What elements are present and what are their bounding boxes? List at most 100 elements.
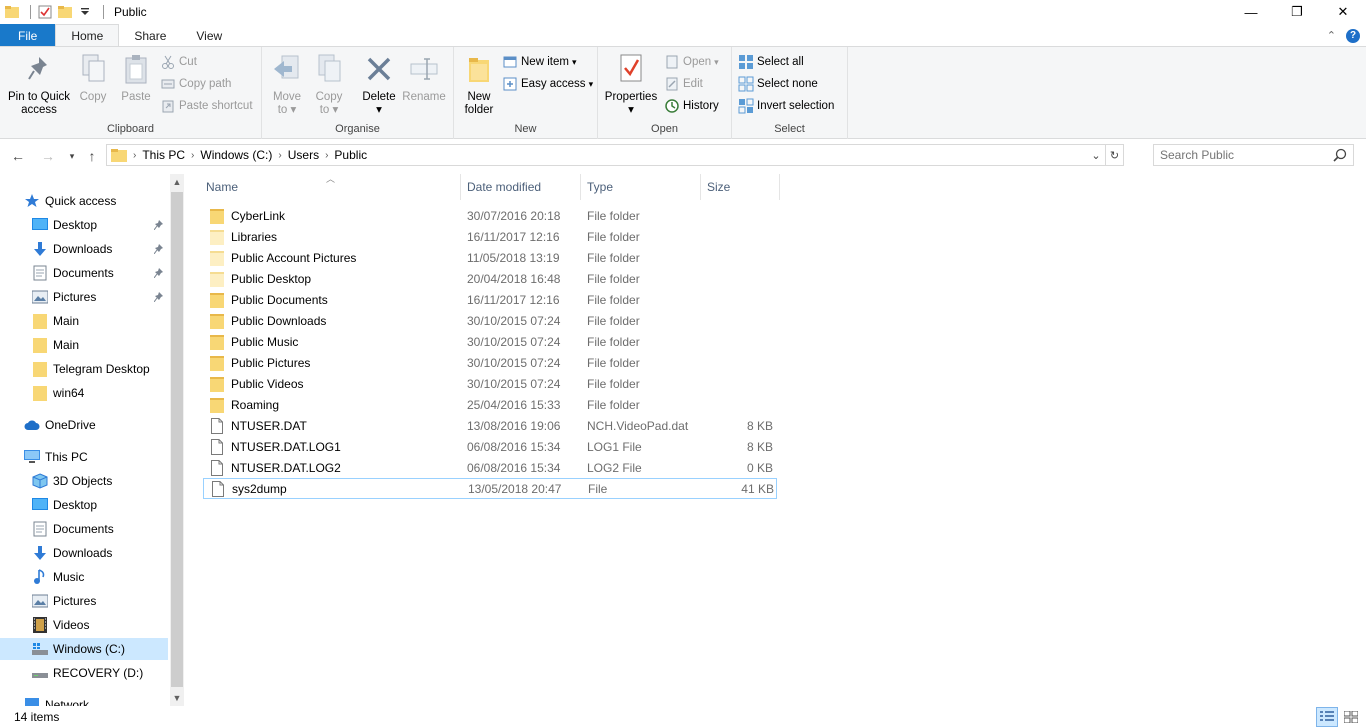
- open-icon: [664, 54, 680, 70]
- delete-button[interactable]: Delete ▾: [360, 51, 398, 117]
- help-icon[interactable]: ?: [1346, 28, 1360, 43]
- nav-item-documents[interactable]: Documents: [0, 262, 168, 284]
- forward-button[interactable]: →: [38, 145, 58, 167]
- nav-item-recovery-d[interactable]: RECOVERY (D:): [0, 662, 168, 684]
- pin-icon[interactable]: [153, 267, 164, 281]
- easy-access-button[interactable]: Easy access ▾: [502, 75, 593, 93]
- scroll-down-icon[interactable]: ▼: [170, 690, 184, 706]
- paste-shortcut-button[interactable]: Paste shortcut: [160, 97, 253, 115]
- customize-dropdown-icon[interactable]: [77, 4, 93, 20]
- details-view-button[interactable]: [1316, 707, 1338, 727]
- nav-item-desktop[interactable]: Desktop: [0, 214, 168, 236]
- rename-button[interactable]: Rename: [402, 51, 446, 104]
- nav-item-downloads[interactable]: Downloads: [0, 238, 168, 260]
- large-icons-view-button[interactable]: [1340, 707, 1362, 727]
- file-row[interactable]: Libraries 16/11/2017 12:16 File folder: [203, 226, 777, 247]
- invert-selection-button[interactable]: Invert selection: [738, 97, 834, 115]
- nav-this-pc[interactable]: This PC: [0, 446, 168, 468]
- file-row[interactable]: Public Desktop 20/04/2018 16:48 File folde…: [203, 268, 777, 289]
- copy-to-button[interactable]: Copy to ▾: [312, 51, 346, 117]
- breadcrumb-item[interactable]: This PC: [138, 148, 189, 162]
- properties-button[interactable]: Properties ▾: [604, 51, 658, 117]
- tab-home[interactable]: Home: [55, 24, 120, 47]
- paste-button[interactable]: Paste: [118, 51, 154, 104]
- maximize-button[interactable]: ❐: [1274, 0, 1320, 24]
- copy-button[interactable]: Copy: [76, 51, 110, 104]
- nav-item-videos[interactable]: Videos: [0, 614, 168, 636]
- large-icons-view-icon: [1344, 711, 1358, 723]
- minimize-button[interactable]: —: [1228, 0, 1274, 24]
- file-row[interactable]: Public Account Pictures 11/05/2018 13:19 F…: [203, 247, 777, 268]
- nav-item-win64[interactable]: win64: [0, 382, 168, 404]
- file-type: File folder: [587, 271, 640, 286]
- search-icon[interactable]: [1333, 148, 1347, 165]
- up-button[interactable]: ↑: [82, 145, 102, 167]
- file-row[interactable]: Roaming 25/04/2016 15:33 File folder: [203, 394, 777, 415]
- scroll-up-icon[interactable]: ▲: [170, 174, 184, 190]
- properties-icon[interactable]: [37, 4, 53, 20]
- pin-icon[interactable]: [153, 291, 164, 305]
- nav-item-pictures[interactable]: Pictures: [0, 590, 168, 612]
- nav-item-telegram-desktop[interactable]: Telegram Desktop: [0, 358, 168, 380]
- nav-item-windows-c[interactable]: Windows (C:): [0, 638, 168, 660]
- history-button[interactable]: History: [664, 97, 719, 115]
- refresh-icon[interactable]: ↻: [1105, 145, 1123, 165]
- pin-icon[interactable]: [153, 219, 164, 233]
- select-none-button[interactable]: Select none: [738, 75, 818, 93]
- breadcrumb-item[interactable]: Users: [284, 148, 323, 162]
- nav-quick-access[interactable]: Quick access: [0, 190, 168, 212]
- nav-onedrive[interactable]: OneDrive: [0, 414, 168, 436]
- search-box[interactable]: [1153, 144, 1354, 166]
- edit-button[interactable]: Edit: [664, 75, 703, 93]
- column-header-type[interactable]: Type: [581, 174, 701, 200]
- recent-locations-button[interactable]: ▾: [62, 145, 82, 167]
- pin-to-quick-access-button[interactable]: Pin to Quick access: [6, 51, 72, 117]
- file-row[interactable]: Public Videos 30/10/2015 07:24 File folder: [203, 373, 777, 394]
- open-button[interactable]: Open ▾: [664, 53, 719, 71]
- file-row[interactable]: NTUSER.DAT.LOG2 06/08/2016 15:34 LOG2 File…: [203, 457, 777, 478]
- copy-path-button[interactable]: Copy path: [160, 75, 231, 93]
- file-row[interactable]: Public Downloads 30/10/2015 07:24 File fol…: [203, 310, 777, 331]
- new-item-button[interactable]: New item ▾: [502, 53, 576, 71]
- file-row[interactable]: sys2dump 13/05/2018 20:47 File 41 KB: [203, 478, 777, 499]
- tab-share[interactable]: Share: [119, 24, 181, 47]
- file-row[interactable]: CyberLink 30/07/2016 20:18 File folder: [203, 205, 777, 226]
- file-name-cell: Public Desktop: [209, 271, 311, 287]
- close-button[interactable]: ✕: [1320, 0, 1366, 24]
- column-header-size[interactable]: Size: [701, 174, 780, 200]
- address-bar[interactable]: › This PC › Windows (C:) › Users › Publi…: [106, 144, 1124, 166]
- move-to-button[interactable]: Move to ▾: [270, 51, 304, 117]
- nav-scrollbar[interactable]: ▲ ▼: [170, 174, 184, 706]
- file-row[interactable]: Public Documents 16/11/2017 12:16 File fol…: [203, 289, 777, 310]
- file-row[interactable]: NTUSER.DAT.LOG1 06/08/2016 15:34 LOG1 File…: [203, 436, 777, 457]
- tab-file[interactable]: File: [0, 24, 56, 47]
- nav-item-main[interactable]: Main: [0, 310, 168, 332]
- nav-item-pictures[interactable]: Pictures: [0, 286, 168, 308]
- new-folder-icon[interactable]: [57, 4, 73, 20]
- column-header-name[interactable]: Name ︿: [200, 174, 461, 200]
- tab-view[interactable]: View: [181, 24, 237, 47]
- search-input[interactable]: [1160, 148, 1330, 162]
- file-row[interactable]: Public Music 30/10/2015 07:24 File folder: [203, 331, 777, 352]
- nav-item-documents[interactable]: Documents: [0, 518, 168, 540]
- pin-icon[interactable]: [153, 243, 164, 257]
- breadcrumb-item[interactable]: Public: [330, 148, 371, 162]
- nav-item-downloads[interactable]: Downloads: [0, 542, 168, 564]
- nav-item-3d-objects[interactable]: 3D Objects: [0, 470, 168, 492]
- select-all-button[interactable]: Select all: [738, 53, 804, 71]
- file-name-cell: Public Music: [209, 334, 298, 350]
- nav-item-music[interactable]: Music: [0, 566, 168, 588]
- file-row[interactable]: NTUSER.DAT 13/08/2016 19:06 NCH.VideoPad.d…: [203, 415, 777, 436]
- address-dropdown-icon[interactable]: ⌄: [1087, 149, 1105, 162]
- new-folder-button[interactable]: New folder: [460, 51, 498, 117]
- nav-network[interactable]: Network: [0, 694, 168, 706]
- nav-item-desktop[interactable]: Desktop: [0, 494, 168, 516]
- file-row[interactable]: Public Pictures 30/10/2015 07:24 File fold…: [203, 352, 777, 373]
- scrollbar-thumb[interactable]: [171, 192, 183, 687]
- nav-item-main[interactable]: Main: [0, 334, 168, 356]
- breadcrumb-item[interactable]: Windows (C:): [196, 148, 276, 162]
- collapse-ribbon-icon[interactable]: ⌃: [1327, 29, 1336, 42]
- column-header-date[interactable]: Date modified: [461, 174, 581, 200]
- cut-button[interactable]: Cut: [160, 53, 197, 71]
- back-button[interactable]: ←: [8, 145, 28, 167]
